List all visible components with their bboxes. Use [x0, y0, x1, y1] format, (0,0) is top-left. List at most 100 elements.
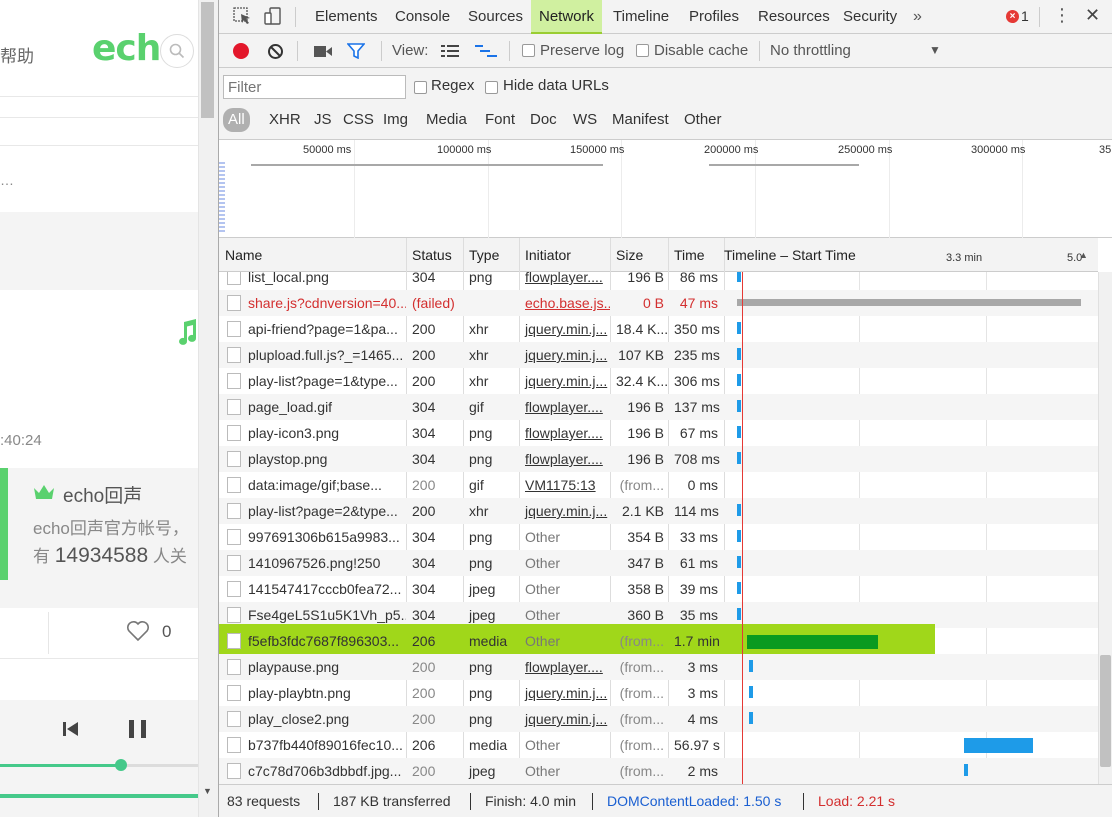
col-name[interactable]: Name: [219, 238, 262, 272]
preserve-log-label[interactable]: Preserve log: [540, 34, 624, 68]
col-initiator[interactable]: Initiator: [519, 238, 571, 272]
volume-bar[interactable]: [0, 794, 198, 798]
error-icon[interactable]: ×: [1006, 10, 1019, 23]
tab-console[interactable]: Console: [387, 0, 458, 34]
table-row[interactable]: b737fb440f89016fec10... 206 media Other (fro…: [219, 732, 1098, 758]
table-row[interactable]: playstop.png 304 png flowplayer.... 196 B 708…: [219, 446, 1098, 472]
sort-arrow-icon[interactable]: ▲: [1079, 250, 1088, 260]
cell-initiator[interactable]: flowplayer....: [519, 446, 610, 472]
large-rows-icon[interactable]: [441, 44, 459, 58]
col-size[interactable]: Size: [610, 238, 643, 272]
preserve-log-checkbox[interactable]: [522, 44, 535, 57]
tab-security[interactable]: Security: [835, 0, 905, 34]
table-row[interactable]: 1410967526.png!250 304 png Other 347 B 61 ms: [219, 550, 1098, 576]
progress-handle[interactable]: [114, 759, 127, 771]
disable-cache-label[interactable]: Disable cache: [654, 34, 748, 68]
tab-resources[interactable]: Resources: [750, 0, 838, 34]
pause-icon[interactable]: [127, 719, 149, 739]
page-scrollbar[interactable]: [198, 0, 218, 817]
table-row[interactable]: share.js?cdnversion=40... (failed) echo.ba…: [219, 290, 1098, 316]
device-mode-icon[interactable]: [263, 6, 283, 26]
table-row[interactable]: play-list?page=1&type... 200 xhr jquery.min…: [219, 368, 1098, 394]
cell-initiator[interactable]: flowplayer....: [519, 420, 610, 446]
cell-initiator[interactable]: echo.base.js...: [519, 290, 610, 316]
filter-type-all[interactable]: All: [223, 108, 250, 132]
tab-sources[interactable]: Sources: [460, 0, 531, 34]
record-button[interactable]: [233, 43, 249, 59]
table-row[interactable]: 141547417cccb0fea72... 304 jpeg Other 358 B 3…: [219, 576, 1098, 602]
disable-cache-checkbox[interactable]: [636, 44, 649, 57]
filter-type-img[interactable]: Img: [383, 108, 408, 132]
table-row[interactable]: play-playbtn.png 200 png jquery.min.j... (fr…: [219, 680, 1098, 706]
cell-initiator[interactable]: VM1175:13: [519, 472, 610, 498]
video-camera-icon[interactable]: [313, 45, 333, 58]
cell-initiator[interactable]: jquery.min.j...: [519, 368, 610, 394]
search-button[interactable]: [160, 34, 194, 68]
table-row[interactable]: c7c78d706b3dbbdf.jpg... 200 jpeg Other (from…: [219, 758, 1098, 784]
hide-data-urls-checkbox[interactable]: [485, 81, 498, 94]
col-time[interactable]: Time: [668, 238, 705, 272]
col-timeline[interactable]: Timeline – Start Time: [718, 238, 856, 272]
waterfall-view-icon[interactable]: [475, 44, 497, 58]
filter-type-doc[interactable]: Doc: [530, 108, 557, 132]
regex-label[interactable]: Regex: [431, 77, 474, 94]
cell-time: 0 ms: [687, 477, 718, 493]
cell-initiator[interactable]: jquery.min.j...: [519, 498, 610, 524]
filter-type-css[interactable]: CSS: [343, 108, 374, 132]
previous-track-icon[interactable]: [62, 720, 80, 738]
table-row[interactable]: playpause.png 200 png flowplayer.... (from..…: [219, 654, 1098, 680]
filter-type-xhr[interactable]: XHR: [269, 108, 301, 132]
request-list-scrollbar-thumb[interactable]: [1100, 655, 1111, 767]
clear-icon[interactable]: [267, 43, 284, 60]
filter-input[interactable]: [223, 75, 406, 99]
filter-type-media[interactable]: Media: [426, 108, 467, 132]
cell-initiator[interactable]: flowplayer....: [519, 272, 610, 290]
tab-profiles[interactable]: Profiles: [681, 0, 747, 34]
filter-funnel-icon[interactable]: [347, 43, 365, 59]
table-row[interactable]: list_local.png 304 png flowplayer.... 196 B 8…: [219, 272, 1098, 290]
filter-type-ws[interactable]: WS: [573, 108, 597, 132]
profile-name[interactable]: echo回声: [63, 481, 142, 508]
filter-type-font[interactable]: Font: [485, 108, 515, 132]
table-row[interactable]: data:image/gif;base... 200 gif VM1175:13 (fr…: [219, 472, 1098, 498]
cell-initiator[interactable]: flowplayer....: [519, 654, 610, 680]
more-tabs-button[interactable]: »: [913, 0, 922, 34]
tab-network[interactable]: Network: [531, 0, 603, 34]
scroll-down-arrow[interactable]: ▼: [203, 786, 212, 796]
col-status[interactable]: Status: [406, 238, 452, 272]
table-row[interactable]: 997691306b615a9983... 304 png Other 354 B 33 …: [219, 524, 1098, 550]
table-row[interactable]: play-list?page=2&type... 200 xhr jquery.min…: [219, 498, 1098, 524]
table-row[interactable]: f5efb3fdc7687f896303... 206 media Other (fro…: [219, 624, 1098, 658]
network-overview[interactable]: 50000 ms 100000 ms 150000 ms 200000 ms 25000…: [219, 140, 1112, 238]
cell-initiator[interactable]: jquery.min.j...: [519, 342, 610, 368]
table-row[interactable]: play_close2.png 200 png jquery.min.j... (fro…: [219, 706, 1098, 732]
cell-initiator[interactable]: jquery.min.j...: [519, 316, 610, 342]
cell-name: list_local.png: [248, 272, 329, 285]
inspect-element-icon[interactable]: [232, 6, 252, 26]
cell-initiator[interactable]: jquery.min.j...: [519, 680, 610, 706]
col-type[interactable]: Type: [463, 238, 499, 272]
table-row[interactable]: api-friend?page=1&pa... 200 xhr jquery.min.…: [219, 316, 1098, 342]
kebab-menu-icon[interactable]: ⋮: [1053, 5, 1071, 26]
table-row[interactable]: play-icon3.png 304 png flowplayer.... 196 B 6…: [219, 420, 1098, 446]
filter-type-js[interactable]: JS: [314, 108, 332, 132]
music-note-icon[interactable]: [176, 318, 198, 348]
close-icon[interactable]: ✕: [1085, 5, 1100, 26]
help-link[interactable]: 帮助: [0, 42, 34, 67]
heart-icon[interactable]: [126, 620, 150, 642]
chevron-down-icon[interactable]: ▼: [929, 43, 941, 57]
page-scrollbar-thumb[interactable]: [201, 2, 214, 118]
hide-data-urls-label[interactable]: Hide data URLs: [503, 77, 609, 94]
cell-initiator[interactable]: jquery.min.j...: [519, 706, 610, 732]
error-count[interactable]: 1: [1021, 8, 1029, 24]
throttling-select[interactable]: No throttling: [770, 34, 851, 68]
tab-elements[interactable]: Elements: [307, 0, 386, 34]
table-row[interactable]: plupload.full.js?_=1465... 200 xhr jquery.m…: [219, 342, 1098, 368]
filter-type-other[interactable]: Other: [684, 108, 722, 132]
tab-timeline[interactable]: Timeline: [605, 0, 677, 34]
table-row[interactable]: page_load.gif 304 gif flowplayer.... 196 B 13…: [219, 394, 1098, 420]
filter-type-manifest[interactable]: Manifest: [612, 108, 669, 132]
echo-logo[interactable]: ech: [92, 28, 161, 69]
regex-checkbox[interactable]: [414, 81, 427, 94]
cell-initiator[interactable]: flowplayer....: [519, 394, 610, 420]
